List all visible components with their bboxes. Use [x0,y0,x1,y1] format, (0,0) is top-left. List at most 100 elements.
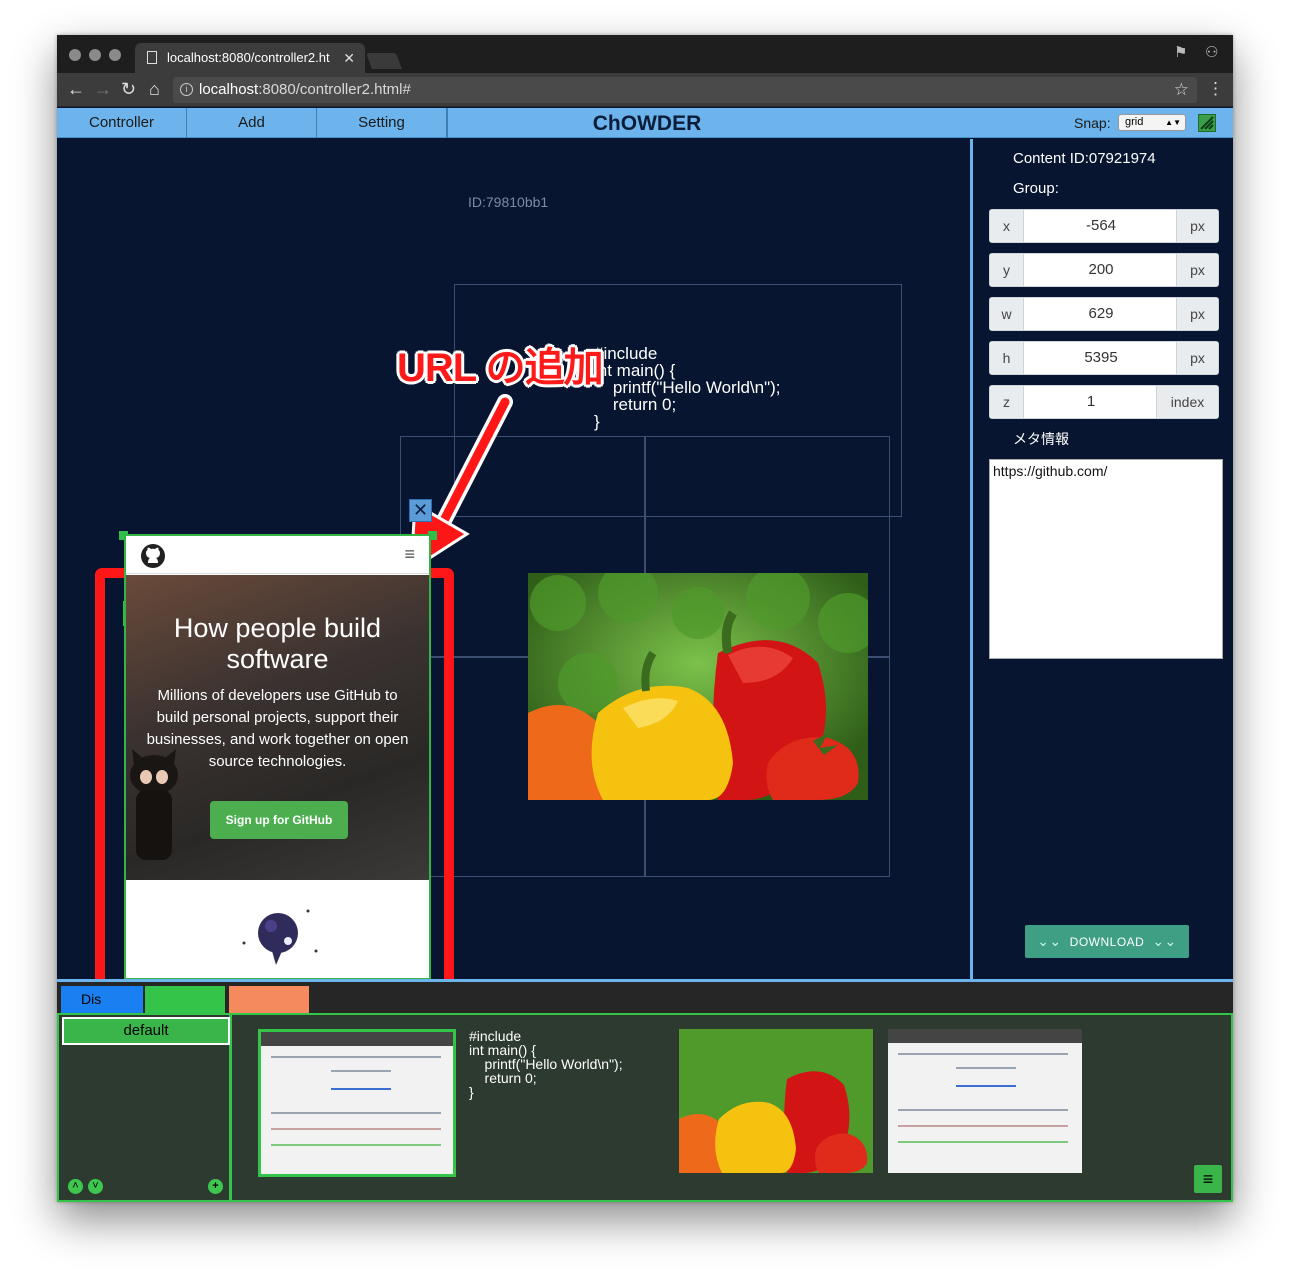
prop-w-key: w [990,298,1024,330]
reload-icon[interactable]: ↻ [121,78,136,100]
list-menu-icon[interactable]: ≡ [1194,1165,1222,1193]
bookmark-star-icon[interactable]: ☆ [1174,77,1189,103]
prop-y-unit: px [1176,254,1218,286]
snap-grid-icon [1200,116,1214,130]
prop-x-row: x -564 px [989,209,1219,243]
download-button[interactable]: ⌄⌄ DOWNLOAD ⌄⌄ [1025,925,1189,958]
forward-icon[interactable]: → [94,78,112,100]
prop-z-row: z 1 index [989,385,1219,419]
address-bar[interactable]: i localhost:8080/controller2.html# ☆ [173,77,1197,103]
home-icon[interactable]: ⌂ [149,78,160,100]
browser-toolbar: ← → ↻ ⌂ i localhost:8080/controller2.htm… [57,73,1233,107]
tab-content[interactable] [145,986,225,1013]
thumb-peppers-art [679,1029,873,1173]
chevron-down-icon: ⌄⌄ [1152,933,1177,949]
maximize-window-button[interactable] [109,49,121,61]
annotation-callout: URL の追加 [397,346,604,390]
thumb-line [956,1067,1016,1069]
incognito-icon: ⚇ [1205,44,1219,61]
close-icon[interactable]: ✕ [409,499,432,522]
snap-toggle-button[interactable] [1198,114,1216,132]
menu-setting[interactable]: Setting [317,108,447,138]
display-id: ID:79810bb1 [468,194,549,210]
select-arrows-icon: ▲▼ [1165,118,1181,127]
prop-w-row: w 629 px [989,297,1219,331]
back-icon[interactable]: ← [67,78,85,100]
thumb-line [898,1141,1068,1143]
thumbnail-github-2[interactable] [888,1029,1082,1173]
url-host: localhost [199,81,259,98]
github-signup-button[interactable]: Sign up for GitHub [210,801,348,839]
download-label: DOWNLOAD [1069,935,1145,949]
prop-x-input[interactable]: -564 [1024,210,1178,242]
tab-search[interactable] [229,986,309,1013]
thumb-line [271,1128,441,1130]
new-tab-button[interactable] [366,53,402,69]
meta-label: メタ情報 [1013,431,1069,447]
thumbnail-peppers[interactable] [679,1029,873,1173]
display-canvas[interactable]: ID:79810bb1 #include int main() { printf… [57,139,970,1109]
menu-add[interactable]: Add [187,108,317,138]
prop-x-key: x [990,210,1024,242]
octocat-icon [130,749,178,860]
menu-controller[interactable]: Controller [57,108,187,138]
peppers-image[interactable] [528,573,868,800]
snap-value: grid [1125,116,1144,128]
thumb-line [271,1056,441,1058]
prop-h-input[interactable]: 5395 [1024,342,1178,374]
extension-icon[interactable]: ⚑ [1174,43,1187,61]
prop-h-key: h [990,342,1024,374]
github-hero: How people build software Millions of de… [126,575,429,880]
chevron-down-icon: ⌄⌄ [1037,933,1062,949]
minimize-window-button[interactable] [89,49,101,61]
move-down-icon[interactable]: ˅ [88,1179,103,1194]
github-logo-icon [141,544,165,568]
prop-y-input[interactable]: 200 [1024,254,1178,286]
move-up-icon[interactable]: ˄ [68,1179,83,1194]
prop-w-unit: px [1176,298,1218,330]
browser-menu-icon[interactable]: ⋮ [1207,79,1224,99]
hamburger-menu-icon: ≡ [404,544,415,564]
content-thumbnails: #include int main() { printf("Hello Worl… [230,1013,1233,1202]
app-header: Controller Add Setting ChOWDER Snap: gri… [57,108,1233,138]
prop-z-key: z [990,386,1024,418]
browser-tab[interactable]: localhost:8080/controller2.ht ✕ [135,43,365,73]
prop-w-input[interactable]: 629 [1024,298,1178,330]
close-window-button[interactable] [69,49,81,61]
snap-select[interactable]: grid ▲▼ [1118,114,1186,131]
prop-h-row: h 5395 px [989,341,1219,375]
tab-title: localhost:8080/controller2.ht [167,50,330,65]
thumb-line [271,1144,441,1146]
meta-textarea[interactable]: https://github.com/ [989,459,1223,659]
add-group-icon[interactable]: + [208,1179,223,1194]
page-icon [147,51,157,64]
thumbnail-github[interactable] [258,1029,456,1177]
property-panel: Content ID:07921974 Group: x -564 px y 2… [970,139,1233,979]
prop-h-unit: px [1176,342,1218,374]
thumb-line [331,1088,391,1090]
prop-z-input[interactable]: 1 [1024,386,1158,418]
content-id: Content ID:07921974 [1013,150,1156,167]
thumb-line [331,1070,391,1072]
url-path: :8080/controller2.html# [258,81,411,98]
app-title: ChOWDER [592,112,702,135]
thumb-line [898,1125,1068,1127]
thumb-header [888,1029,1082,1043]
info-icon[interactable]: i [180,83,193,96]
thumb-line [271,1112,441,1114]
tab-display[interactable]: Dis [61,986,143,1013]
thumbnail-code[interactable]: #include int main() { printf("Hello Worl… [469,1029,623,1099]
prop-y-key: y [990,254,1024,286]
thumb-line [898,1109,1068,1111]
close-tab-icon[interactable]: ✕ [343,43,355,73]
prop-z-unit: index [1156,386,1218,418]
bottom-tabs: Dis [57,982,1233,1013]
planet-illustration-icon [242,909,318,965]
browser-window: localhost:8080/controller2.ht ✕ ⚑ ⚇ ← → … [57,35,1233,1202]
group-label: Group: [1013,180,1059,197]
github-url-content[interactable]: ≡ How people build software Millions of … [124,534,431,980]
group-item-default[interactable]: default [62,1017,230,1045]
code-text-content[interactable]: #include int main() { printf("Hello Worl… [594,345,781,430]
peppers-image-art [528,573,868,800]
thumb-header [261,1032,453,1046]
